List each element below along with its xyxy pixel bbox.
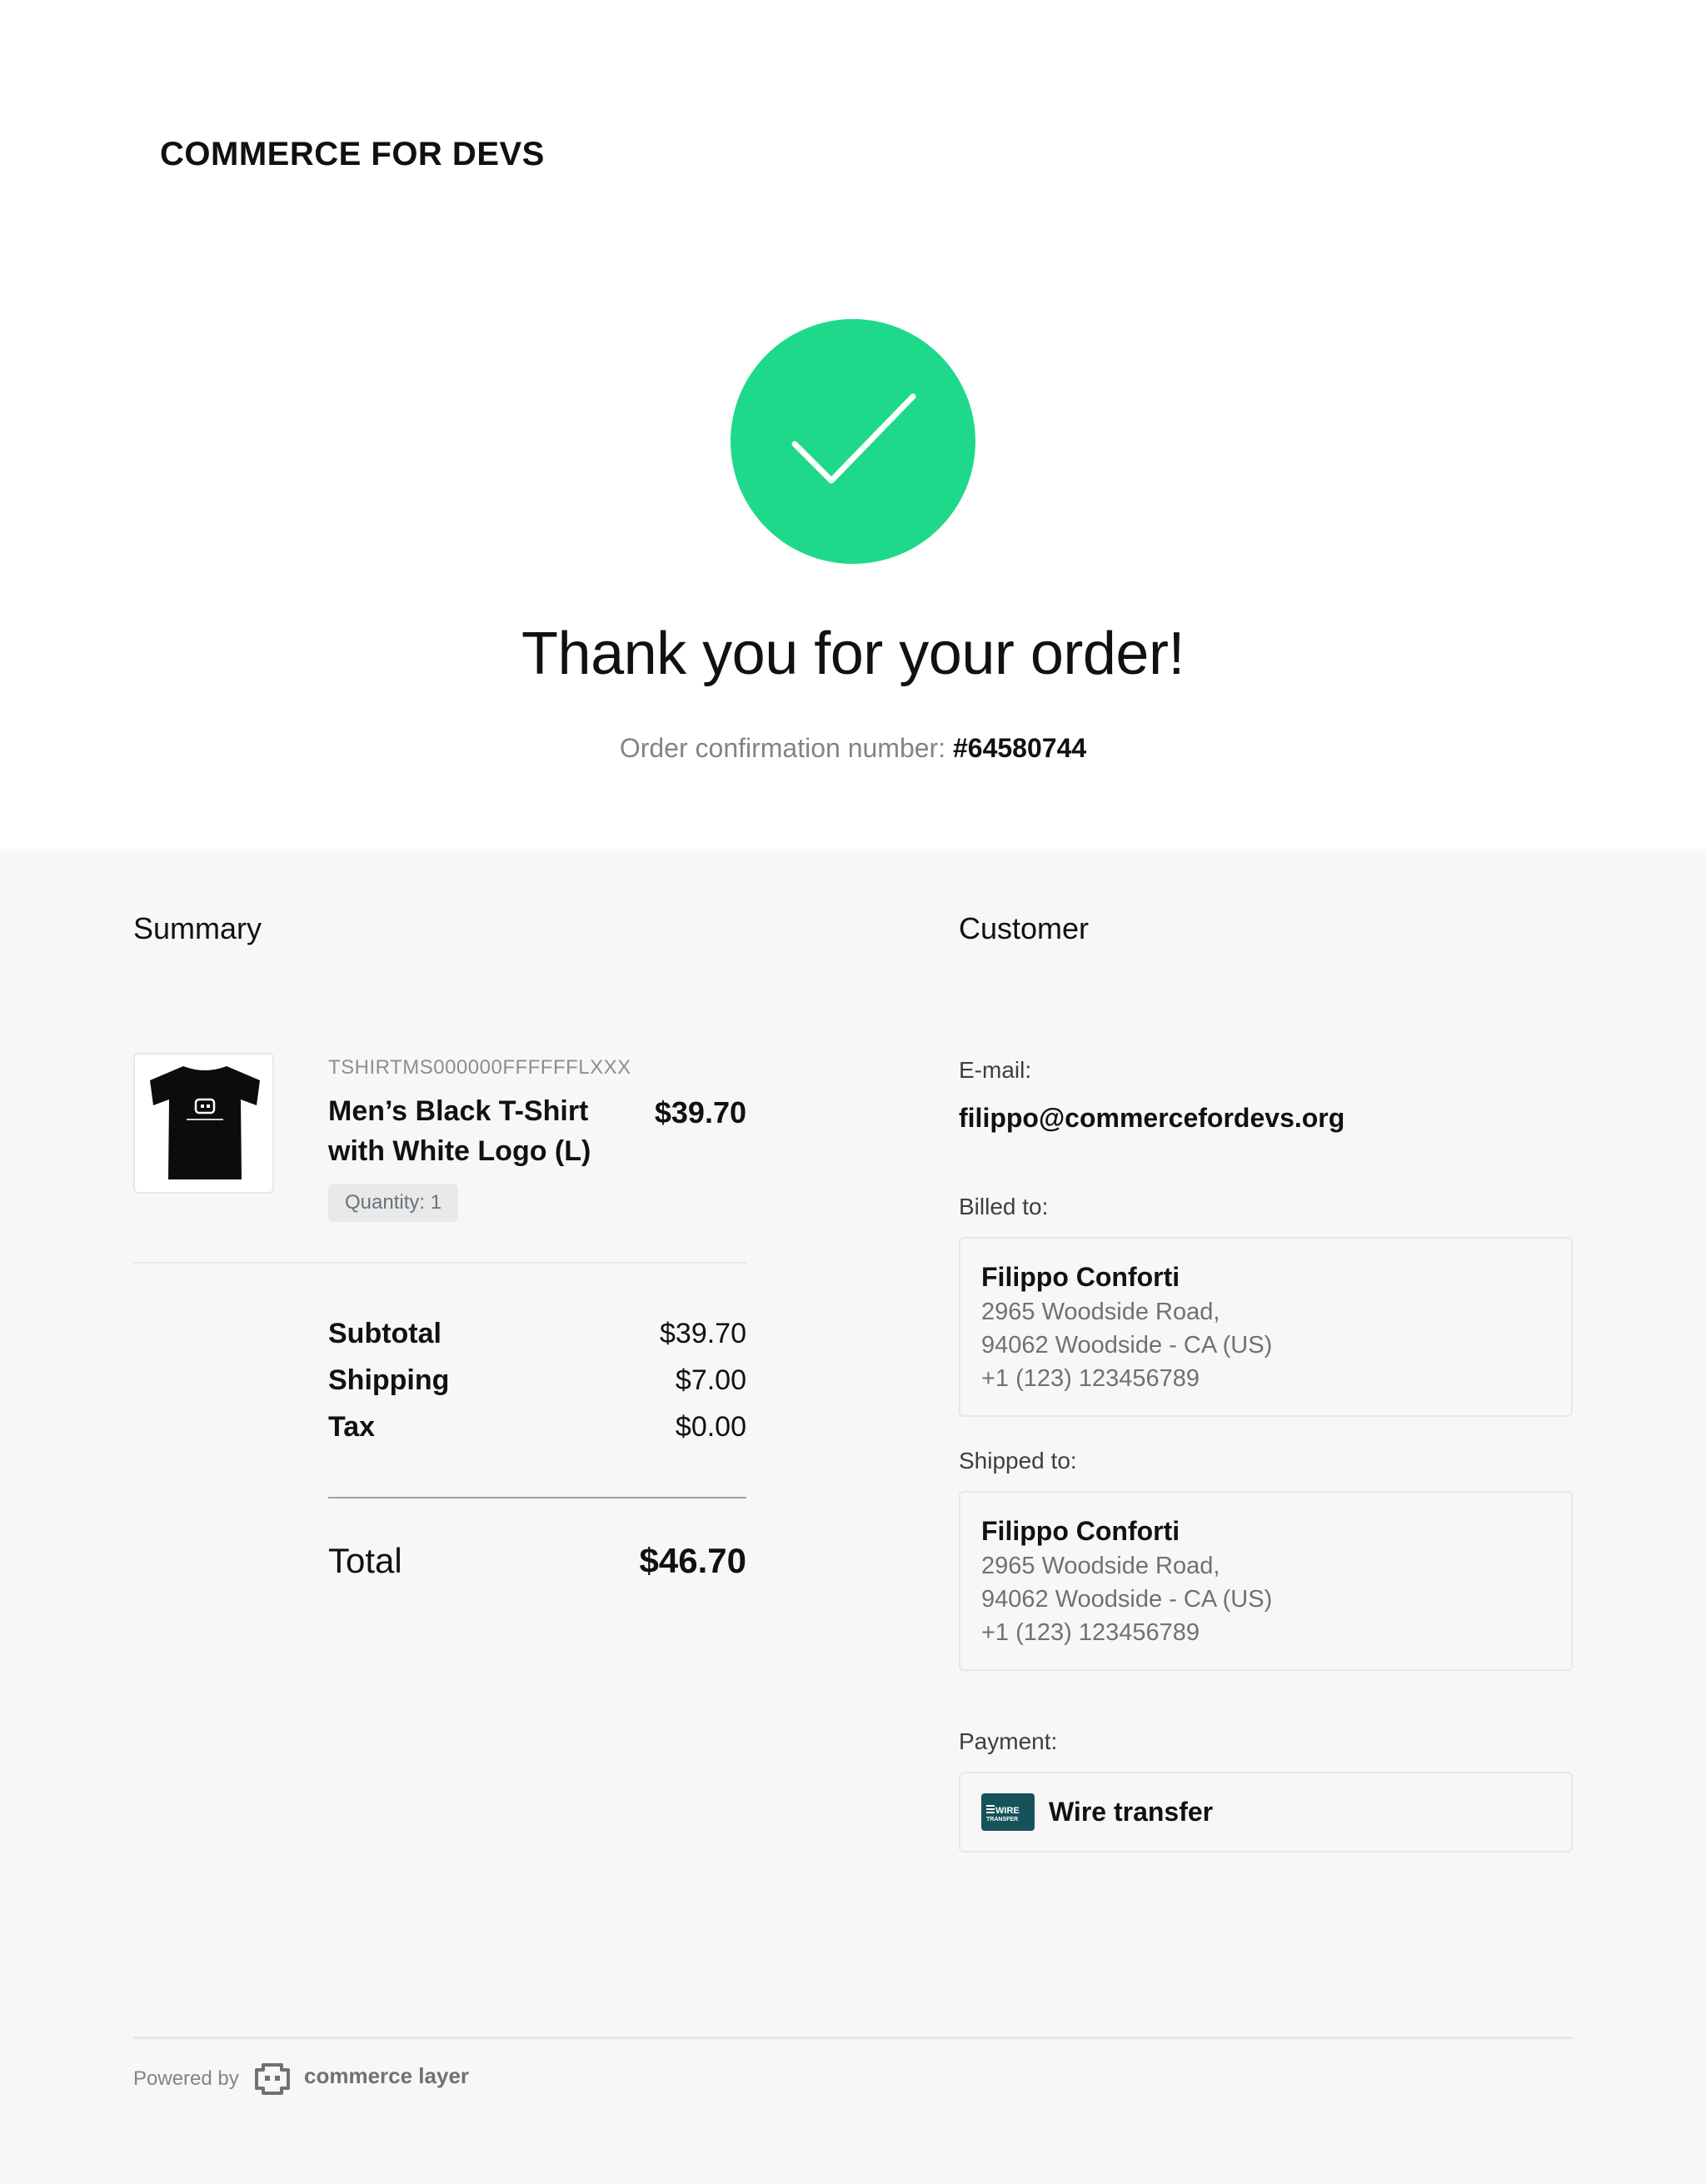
confirmation-header: COMMERCE FOR DEVS Thank you for your ord… <box>0 0 1706 849</box>
commerce-layer-logo-icon[interactable] <box>253 2062 292 2101</box>
billing-street: 2965 Woodside Road, <box>981 1299 1220 1325</box>
order-number: #64580744 <box>952 733 1087 763</box>
product-image <box>133 1053 274 1194</box>
product-sku: TSHIRTMS000000FFFFFFLXXX <box>328 1056 631 1079</box>
subtotal-label: Subtotal <box>328 1318 441 1349</box>
brand-name[interactable]: COMMERCE FOR DEVS <box>160 136 545 173</box>
billing-name: Filippo Conforti <box>981 1262 1180 1292</box>
shipping-street: 2965 Woodside Road, <box>981 1553 1220 1579</box>
customer-email: filippo@commercefordevs.org <box>959 1103 1345 1133</box>
summary-divider <box>133 1262 746 1264</box>
check-circle-icon <box>731 319 975 564</box>
summary-title: Summary <box>133 911 262 945</box>
powered-by-text: Powered by <box>133 2067 239 2090</box>
shipping-name: Filippo Conforti <box>981 1516 1180 1546</box>
billing-city: 94062 Woodside - CA (US) <box>981 1332 1273 1359</box>
customer-title: Customer <box>959 911 1090 945</box>
billing-phone: +1 (123) 123456789 <box>981 1365 1200 1392</box>
shipped-to-label: Shipped to: <box>959 1448 1077 1473</box>
order-confirmation-line: Order confirmation number: #64580744 <box>0 733 1706 764</box>
billed-to-label: Billed to: <box>959 1194 1049 1219</box>
wire-transfer-icon: WIRE TRANSFER <box>981 1793 1035 1831</box>
order-confirmation-page: COMMERCE FOR DEVS Thank you for your ord… <box>0 0 1706 2184</box>
subtotal-value: $39.70 <box>660 1318 746 1349</box>
product-name: Men’s Black T-Shirt with White Logo (L) <box>328 1095 591 1167</box>
email-label: E-mail: <box>959 1057 1032 1083</box>
wire-logo-bottom-text: TRANSFER <box>986 1817 1018 1822</box>
shipping-label: Shipping <box>328 1364 450 1396</box>
order-number-label: Order confirmation number: <box>619 733 946 763</box>
shipping-phone: +1 (123) 123456789 <box>981 1619 1200 1646</box>
quantity-badge: Quantity: 1 <box>328 1184 459 1222</box>
commerce-layer-logo-text[interactable]: commerce layer <box>304 2063 469 2089</box>
total-divider <box>328 1497 746 1498</box>
payment-method: Wire transfer <box>1049 1797 1214 1827</box>
total-label: Total <box>328 1541 402 1580</box>
payment-label: Payment: <box>959 1728 1058 1754</box>
shipping-value: $7.00 <box>675 1364 746 1396</box>
tax-label: Tax <box>328 1411 376 1443</box>
wire-logo-top-text: WIRE <box>995 1806 1020 1816</box>
billing-address-card: Filippo Conforti 2965 Woodside Road, 940… <box>959 1237 1573 1417</box>
footer-divider <box>133 2037 1573 2039</box>
shipping-city: 94062 Woodside - CA (US) <box>981 1586 1273 1613</box>
shipping-address-card: Filippo Conforti 2965 Woodside Road, 940… <box>959 1491 1573 1671</box>
tax-value: $0.00 <box>675 1411 746 1443</box>
thank-you-title: Thank you for your order! <box>521 621 1185 687</box>
black-tshirt-image <box>150 1066 260 1179</box>
product-price: $39.70 <box>654 1095 746 1129</box>
payment-card: WIRE TRANSFER Wire transfer <box>959 1772 1573 1852</box>
total-value: $46.70 <box>639 1541 746 1580</box>
